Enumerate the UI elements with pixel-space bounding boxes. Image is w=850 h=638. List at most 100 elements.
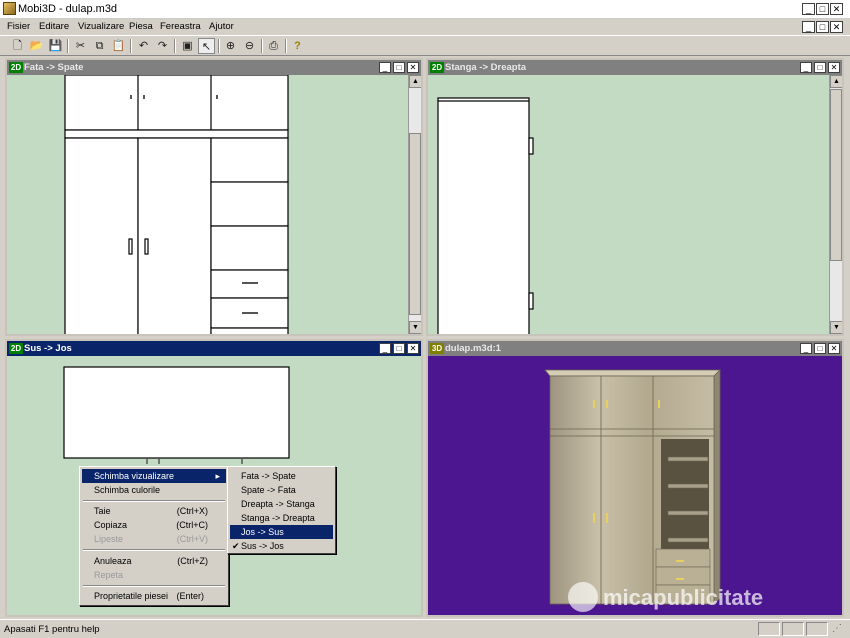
menu-item-cut[interactable]: Taie (Ctrl+X) xyxy=(82,504,226,518)
minimize-icon[interactable]: _ xyxy=(379,62,391,73)
save-icon[interactable]: 💾 xyxy=(47,38,64,54)
maximize-icon[interactable]: □ xyxy=(393,343,405,354)
scroll-up-icon[interactable]: ▲ xyxy=(830,75,842,88)
front-wardrobe-drawing xyxy=(64,75,289,334)
3d-view-titlebar[interactable]: 3D dulap.m3d:1 _ □ ✕ xyxy=(428,341,842,356)
menu-item-copy[interactable]: Copiaza (Ctrl+C) xyxy=(82,518,226,532)
menu-item-label: Repeta xyxy=(94,570,124,580)
submenu-item-left-right[interactable]: Stanga -> Dreapta xyxy=(230,511,333,525)
submenu-item-back-front[interactable]: Spate -> Fata xyxy=(230,483,333,497)
submenu-item-label: Jos -> Sus xyxy=(241,527,284,537)
front-view-window[interactable]: 2D Fata -> Spate _ □ ✕ ▲ ▼ xyxy=(5,58,423,336)
scroll-up-icon[interactable]: ▲ xyxy=(409,75,421,88)
redo-icon[interactable]: ↷ xyxy=(154,38,171,54)
3d-wardrobe-render xyxy=(544,369,721,605)
menu-ajutor[interactable]: Ajutor xyxy=(209,21,234,32)
new-icon[interactable]: 🗋 xyxy=(9,38,26,54)
menu-item-label: Anuleaza xyxy=(94,556,132,566)
front-view-titlebar[interactable]: 2D Fata -> Spate _ □ ✕ xyxy=(7,60,421,75)
menu-item-label: Lipeste xyxy=(94,534,124,544)
zoom-out-icon[interactable]: ⊖ xyxy=(241,38,258,54)
view-submenu: Fata -> Spate Spate -> Fata Dreapta -> S… xyxy=(227,466,336,554)
scroll-down-icon[interactable]: ▼ xyxy=(830,321,842,334)
close-icon[interactable]: ✕ xyxy=(830,3,843,15)
menu-item-change-colors[interactable]: Schimba culorile xyxy=(82,483,226,497)
submenu-item-label: Stanga -> Dreapta xyxy=(241,513,315,523)
submenu-item-front-back[interactable]: Fata -> Spate xyxy=(230,469,333,483)
print-icon[interactable]: ⎙ xyxy=(265,38,282,54)
menu-vizualizare[interactable]: Vizualizare xyxy=(78,21,124,32)
vertical-scrollbar[interactable]: ▲ ▼ xyxy=(829,75,842,334)
menu-item-shortcut: (Ctrl+X) xyxy=(176,506,208,516)
submenu-item-right-left[interactable]: Dreapta -> Stanga xyxy=(230,497,333,511)
maximize-icon[interactable]: □ xyxy=(393,62,405,73)
menu-item-properties[interactable]: Proprietatile piesei (Enter) xyxy=(82,589,226,603)
badge-3d: 3D xyxy=(430,343,444,354)
maximize-icon[interactable]: □ xyxy=(814,343,826,354)
status-bar: Apasati F1 pentru help ⋰ xyxy=(0,619,850,638)
menu-piesa[interactable]: Piesa xyxy=(129,21,153,32)
close-icon[interactable]: ✕ xyxy=(828,343,840,354)
add-piece-icon[interactable]: ▣ xyxy=(179,38,196,54)
scroll-down-icon[interactable]: ▼ xyxy=(409,321,421,334)
menu-separator xyxy=(83,500,225,502)
submenu-item-label: Fata -> Spate xyxy=(241,471,296,481)
status-panel xyxy=(806,622,828,636)
open-icon[interactable]: 📂 xyxy=(28,38,45,54)
paste-icon[interactable]: 📋 xyxy=(110,38,127,54)
close-icon[interactable]: ✕ xyxy=(828,62,840,73)
minimize-icon[interactable]: _ xyxy=(800,343,812,354)
select-pointer-icon[interactable]: ↖ xyxy=(198,38,215,54)
undo-icon[interactable]: ↶ xyxy=(135,38,152,54)
toolbar-separator xyxy=(261,39,263,53)
zoom-in-icon[interactable]: ⊕ xyxy=(222,38,239,54)
close-icon[interactable]: ✕ xyxy=(407,62,419,73)
badge-2d: 2D xyxy=(9,343,23,354)
resize-grip-icon[interactable]: ⋰ xyxy=(832,623,842,634)
minimize-icon[interactable]: _ xyxy=(800,62,812,73)
menu-item-change-view[interactable]: Schimba vizualizare ▸ xyxy=(82,469,226,483)
menu-fereastra[interactable]: Fereastra xyxy=(160,21,201,32)
cut-icon[interactable]: ✂ xyxy=(72,38,89,54)
submenu-item-label: Spate -> Fata xyxy=(241,485,296,495)
close-icon[interactable]: ✕ xyxy=(407,343,419,354)
mdi-maximize-icon[interactable]: □ xyxy=(816,21,829,33)
toolbar-separator xyxy=(130,39,132,53)
menu-item-undo[interactable]: Anuleaza (Ctrl+Z) xyxy=(82,554,226,568)
minimize-icon[interactable]: _ xyxy=(802,3,815,15)
watermark-text: micapublicitate xyxy=(603,585,764,610)
window-title: Stanga -> Dreapta xyxy=(445,62,527,73)
submenu-item-label: Dreapta -> Stanga xyxy=(241,499,315,509)
side-view-canvas[interactable]: ▲ ▼ xyxy=(428,75,842,334)
vertical-scrollbar[interactable]: ▲ ▼ xyxy=(408,75,421,334)
app-title: Mobi3D - dulap.m3d xyxy=(18,3,118,15)
mdi-close-icon[interactable]: ✕ xyxy=(830,21,843,33)
top-view-titlebar[interactable]: 2D Sus -> Jos _ □ ✕ xyxy=(7,341,421,356)
menu-separator xyxy=(83,549,225,551)
3d-view-window[interactable]: 3D dulap.m3d:1 _ □ ✕ micapublicitate xyxy=(426,339,844,617)
scroll-thumb[interactable] xyxy=(409,133,421,315)
window-title: Fata -> Spate xyxy=(24,62,84,73)
side-view-titlebar[interactable]: 2D Stanga -> Dreapta _ □ ✕ xyxy=(428,60,842,75)
checkmark-icon: ✔ xyxy=(232,541,240,551)
mdi-minimize-icon[interactable]: _ xyxy=(802,21,815,33)
side-view-window[interactable]: 2D Stanga -> Dreapta _ □ ✕ ▲ ▼ xyxy=(426,58,844,336)
menu-item-shortcut: (Ctrl+Z) xyxy=(177,556,208,566)
menu-fisier[interactable]: Fisier xyxy=(7,21,30,32)
menu-editare[interactable]: Editare xyxy=(39,21,69,32)
scroll-thumb[interactable] xyxy=(830,89,842,261)
3d-view-canvas[interactable]: micapublicitate xyxy=(428,356,842,615)
copy-icon[interactable]: ⧉ xyxy=(91,38,108,54)
toolbar-separator xyxy=(67,39,69,53)
maximize-icon[interactable]: □ xyxy=(816,3,829,15)
minimize-icon[interactable]: _ xyxy=(379,343,391,354)
app-titlebar: Mobi3D - dulap.m3d _ □ ✕ xyxy=(0,0,850,19)
submenu-item-bottom-top[interactable]: Jos -> Sus xyxy=(230,525,333,539)
side-wardrobe-drawing xyxy=(437,97,534,334)
maximize-icon[interactable]: □ xyxy=(814,62,826,73)
help-icon[interactable]: ? xyxy=(289,38,306,54)
badge-2d: 2D xyxy=(9,62,23,73)
front-view-canvas[interactable]: ▲ ▼ xyxy=(7,75,421,334)
submenu-item-top-bottom[interactable]: ✔ Sus -> Jos xyxy=(230,539,333,553)
menu-item-shortcut: (Ctrl+V) xyxy=(176,534,208,544)
